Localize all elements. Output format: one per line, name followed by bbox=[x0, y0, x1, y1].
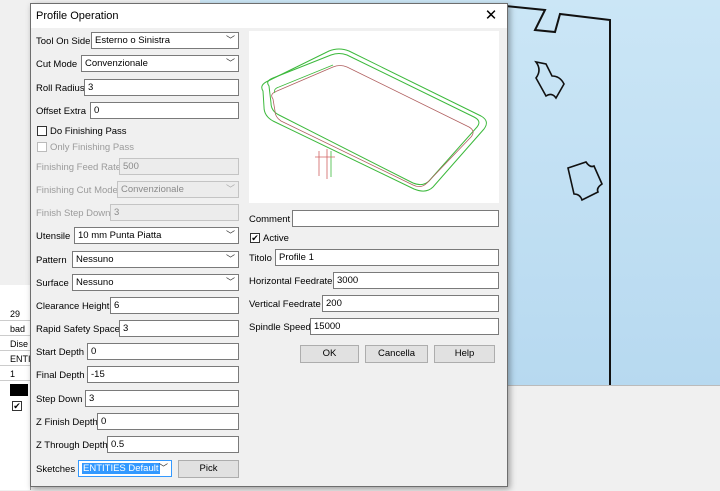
surface-label: Surface bbox=[36, 278, 69, 289]
horizontal-feedrate-label: Horizontal Feedrate bbox=[249, 276, 333, 287]
chevron-down-icon: ﹀ bbox=[225, 184, 235, 194]
do-finishing-pass-checkbox[interactable] bbox=[37, 126, 47, 136]
step-down-label: Step Down bbox=[36, 394, 83, 405]
final-depth-label: Final Depth bbox=[36, 370, 85, 381]
clearance-height-input[interactable]: 6 bbox=[110, 297, 239, 314]
cancel-button[interactable]: Cancella bbox=[365, 345, 428, 363]
clearance-height-label: Clearance Height bbox=[36, 301, 110, 312]
rapid-safety-space-input[interactable]: 3 bbox=[119, 320, 239, 337]
finishing-cut-mode-value: Convenzionale bbox=[121, 184, 184, 195]
grid-checkbox[interactable]: ✔ bbox=[12, 401, 22, 411]
cut-mode-label: Cut Mode bbox=[36, 59, 78, 70]
utensile-label: Utensile bbox=[36, 231, 71, 242]
close-icon[interactable]: ✕ bbox=[479, 6, 503, 26]
grid-cell: ENTI bbox=[0, 352, 31, 366]
vertical-feedrate-input[interactable]: 200 bbox=[322, 295, 499, 312]
sketches-value: ENTITIES Default bbox=[82, 463, 160, 474]
sketches-select[interactable]: ENTITIES Default ﹀ bbox=[78, 460, 172, 477]
profile-operation-dialog: Profile Operation ✕ Tool On Side Esterno… bbox=[30, 3, 508, 487]
horizontal-feedrate-input[interactable]: 3000 bbox=[333, 272, 499, 289]
cut-mode-select[interactable]: Convenzionale ﹀ bbox=[81, 55, 239, 72]
finishing-cut-mode-select[interactable]: Convenzionale ﹀ bbox=[117, 181, 239, 198]
final-depth-input[interactable]: -15 bbox=[87, 366, 239, 383]
pattern-select[interactable]: Nessuno ﹀ bbox=[72, 251, 239, 268]
titolo-label: Titolo bbox=[249, 253, 272, 264]
spindle-speed-input[interactable]: 15000 bbox=[310, 318, 499, 335]
start-depth-label: Start Depth bbox=[36, 347, 85, 358]
check-icon: ✔ bbox=[251, 233, 259, 243]
chevron-down-icon: ﹀ bbox=[225, 35, 235, 45]
z-through-depth-input[interactable]: 0.5 bbox=[107, 436, 239, 453]
help-button[interactable]: Help bbox=[434, 345, 495, 363]
ok-button[interactable]: OK bbox=[300, 345, 359, 363]
pattern-label: Pattern bbox=[36, 255, 67, 266]
step-down-input[interactable]: 3 bbox=[85, 390, 239, 407]
vertical-feedrate-label: Vertical Feedrate bbox=[249, 299, 321, 310]
cut-mode-value: Convenzionale bbox=[85, 58, 148, 69]
roll-radius-input[interactable]: 3 bbox=[84, 79, 239, 96]
start-depth-input[interactable]: 0 bbox=[87, 343, 239, 360]
surface-select[interactable]: Nessuno ﹀ bbox=[72, 274, 239, 291]
chevron-down-icon: ﹀ bbox=[158, 463, 168, 473]
tool-on-side-select[interactable]: Esterno o Sinistra ﹀ bbox=[91, 32, 239, 49]
pattern-value: Nessuno bbox=[76, 254, 114, 265]
dialog-title: Profile Operation bbox=[36, 10, 119, 22]
z-through-depth-label: Z Through Depth bbox=[36, 440, 108, 451]
finishing-feed-rate-input[interactable]: 500 bbox=[119, 158, 239, 175]
finishing-feed-rate-label: Finishing Feed Rate bbox=[36, 162, 122, 173]
grid-cell: 29 bbox=[0, 307, 30, 321]
utensile-select[interactable]: 10 mm Punta Piatta ﹀ bbox=[74, 227, 239, 244]
titolo-input[interactable]: Profile 1 bbox=[275, 249, 499, 266]
chevron-down-icon: ﹀ bbox=[225, 277, 235, 287]
active-label: Active bbox=[263, 233, 289, 244]
only-finishing-pass-checkbox[interactable] bbox=[37, 142, 47, 152]
finish-step-down-label: Finish Step Down bbox=[36, 208, 111, 219]
chevron-down-icon: ﹀ bbox=[225, 58, 235, 68]
toolpath-preview-graphic bbox=[261, 48, 487, 192]
finishing-cut-mode-label: Finishing Cut Mode bbox=[36, 185, 118, 196]
only-finishing-pass-label: Only Finishing Pass bbox=[50, 142, 134, 153]
tool-on-side-value: Esterno o Sinistra bbox=[95, 35, 170, 46]
sketches-label: Sketches bbox=[36, 464, 76, 475]
z-finish-depth-input[interactable]: 0 bbox=[97, 413, 239, 430]
title-bar[interactable]: Profile Operation ✕ bbox=[31, 4, 507, 28]
grid-cell: 1 bbox=[0, 367, 30, 381]
grid-cell: bad bbox=[0, 322, 30, 336]
surface-value: Nessuno bbox=[76, 277, 114, 288]
comment-input[interactable] bbox=[292, 210, 499, 227]
pick-button[interactable]: Pick bbox=[178, 460, 239, 478]
comment-label: Comment bbox=[249, 214, 291, 225]
roll-radius-label: Roll Radius bbox=[36, 83, 85, 94]
rapid-safety-space-label: Rapid Safety Space bbox=[36, 324, 120, 335]
finish-step-down-input[interactable]: 3 bbox=[110, 204, 239, 221]
spindle-speed-label: Spindle Speed bbox=[249, 322, 311, 333]
active-checkbox[interactable]: ✔ bbox=[250, 233, 260, 243]
property-grid: 29 bad Dise ENTI 1 ✔ bbox=[0, 285, 31, 490]
chevron-down-icon: ﹀ bbox=[225, 254, 235, 264]
utensile-value: 10 mm Punta Piatta bbox=[78, 230, 162, 241]
z-finish-depth-label: Z Finish Depth bbox=[36, 417, 98, 428]
offset-extra-input[interactable]: 0 bbox=[90, 102, 239, 119]
color-swatch[interactable] bbox=[10, 384, 28, 396]
grid-cell: Dise bbox=[0, 337, 30, 351]
chevron-down-icon: ﹀ bbox=[225, 230, 235, 240]
offset-extra-label: Offset Extra bbox=[36, 106, 86, 117]
tool-on-side-label: Tool On Side bbox=[36, 36, 91, 47]
do-finishing-pass-label: Do Finishing Pass bbox=[50, 126, 127, 137]
toolpath-preview bbox=[249, 31, 499, 203]
